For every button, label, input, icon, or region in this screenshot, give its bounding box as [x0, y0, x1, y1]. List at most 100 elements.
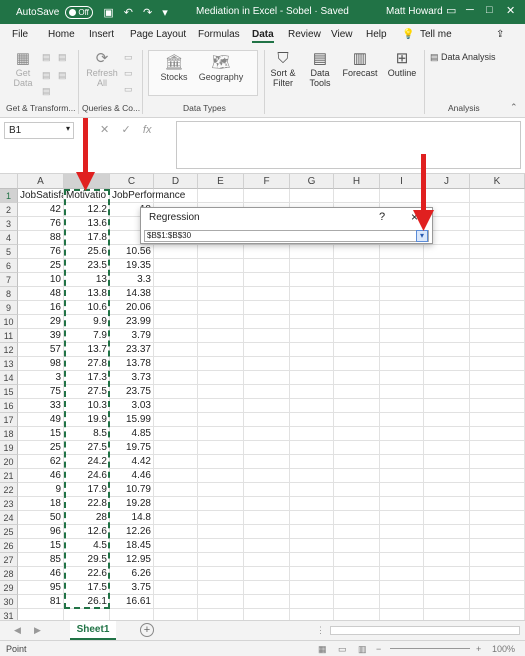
cell-g10[interactable]	[290, 315, 334, 329]
help-icon[interactable]: ?	[379, 211, 385, 223]
cell-g6[interactable]	[290, 259, 334, 273]
cell-c7[interactable]: 3.3	[110, 273, 154, 287]
share-icon[interactable]: ⇪	[496, 29, 504, 40]
cell-e5[interactable]	[198, 245, 244, 259]
queries-icon[interactable]: ▭	[124, 52, 133, 63]
cell-h17[interactable]	[334, 413, 380, 427]
cell-d28[interactable]	[154, 567, 198, 581]
column-header-g[interactable]: G	[290, 174, 334, 189]
cell-g18[interactable]	[290, 427, 334, 441]
geography-button[interactable]: 🗺 Geography	[198, 54, 244, 82]
cell-i30[interactable]	[380, 595, 424, 609]
cell-a26[interactable]: 15	[18, 539, 64, 553]
cell-f13[interactable]	[244, 357, 290, 371]
cell-b29[interactable]: 17.5	[64, 581, 110, 595]
cell-k12[interactable]	[470, 343, 525, 357]
cell-g12[interactable]	[290, 343, 334, 357]
cell-i18[interactable]	[380, 427, 424, 441]
cell-e19[interactable]	[198, 441, 244, 455]
formula-input[interactable]	[176, 121, 521, 169]
cell-e21[interactable]	[198, 469, 244, 483]
horizontal-scrollbar[interactable]	[330, 626, 520, 635]
cell-h21[interactable]	[334, 469, 380, 483]
cell-a13[interactable]: 98	[18, 357, 64, 371]
cell-a21[interactable]: 46	[18, 469, 64, 483]
cell-g27[interactable]	[290, 553, 334, 567]
row-header[interactable]: 28	[0, 567, 18, 581]
cell-h13[interactable]	[334, 357, 380, 371]
cell-c30[interactable]: 16.61	[110, 595, 154, 609]
cell-a20[interactable]: 62	[18, 455, 64, 469]
cell-g11[interactable]	[290, 329, 334, 343]
column-header-h[interactable]: H	[334, 174, 380, 189]
cell-k7[interactable]	[470, 273, 525, 287]
cell-c15[interactable]: 23.75	[110, 385, 154, 399]
normal-view-icon[interactable]: ▦	[318, 644, 327, 655]
cell-i7[interactable]	[380, 273, 424, 287]
cell-a18[interactable]: 15	[18, 427, 64, 441]
cell-b24[interactable]: 28	[64, 511, 110, 525]
cell-a10[interactable]: 29	[18, 315, 64, 329]
zoom-out-icon[interactable]: −	[376, 644, 381, 654]
cell-h19[interactable]	[334, 441, 380, 455]
cell-f8[interactable]	[244, 287, 290, 301]
cell-e26[interactable]	[198, 539, 244, 553]
cell-f23[interactable]	[244, 497, 290, 511]
ribbon-display-icon[interactable]: ▭	[446, 4, 456, 17]
cell-c28[interactable]: 6.26	[110, 567, 154, 581]
save-icon[interactable]: ▣	[103, 6, 113, 19]
cell-a24[interactable]: 50	[18, 511, 64, 525]
row-header[interactable]: 14	[0, 371, 18, 385]
row-header[interactable]: 26	[0, 539, 18, 553]
cell-d30[interactable]	[154, 595, 198, 609]
cell-f20[interactable]	[244, 455, 290, 469]
cell-h14[interactable]	[334, 371, 380, 385]
add-sheet-icon[interactable]: +	[140, 623, 154, 637]
cell-h27[interactable]	[334, 553, 380, 567]
cell-f9[interactable]	[244, 301, 290, 315]
cell-c5[interactable]: 10.56	[110, 245, 154, 259]
cell-f12[interactable]	[244, 343, 290, 357]
data-tools-button[interactable]: ▤ Data Tools	[304, 50, 336, 88]
row-header[interactable]: 13	[0, 357, 18, 371]
cell-g9[interactable]	[290, 301, 334, 315]
cell-b9[interactable]: 10.6	[64, 301, 110, 315]
cell-k13[interactable]	[470, 357, 525, 371]
cell-k21[interactable]	[470, 469, 525, 483]
row-header[interactable]: 5	[0, 245, 18, 259]
cell-j5[interactable]	[424, 245, 470, 259]
name-box[interactable]: B1 ▾	[4, 122, 74, 139]
cell-d16[interactable]	[154, 399, 198, 413]
menu-data[interactable]: Data	[252, 29, 274, 43]
cell-b30[interactable]: 26.1	[64, 595, 110, 609]
refresh-all-button[interactable]: ⟳ Refresh All	[84, 50, 120, 88]
cell-j10[interactable]	[424, 315, 470, 329]
cell-j15[interactable]	[424, 385, 470, 399]
cell-c16[interactable]: 3.03	[110, 399, 154, 413]
cell-e16[interactable]	[198, 399, 244, 413]
cell-d14[interactable]	[154, 371, 198, 385]
cell-c26[interactable]: 18.45	[110, 539, 154, 553]
cell-b8[interactable]: 13.8	[64, 287, 110, 301]
cell-e30[interactable]	[198, 595, 244, 609]
cell-i11[interactable]	[380, 329, 424, 343]
row-header[interactable]: 1	[0, 189, 18, 203]
cell-f6[interactable]	[244, 259, 290, 273]
cell-f26[interactable]	[244, 539, 290, 553]
cancel-icon[interactable]: ✕	[100, 124, 109, 136]
cell-i26[interactable]	[380, 539, 424, 553]
cell-c27[interactable]: 12.95	[110, 553, 154, 567]
cell-i5[interactable]	[380, 245, 424, 259]
cell-c9[interactable]: 20.06	[110, 301, 154, 315]
cell-i12[interactable]	[380, 343, 424, 357]
forecast-button[interactable]: ▥ Forecast	[342, 50, 378, 78]
cell-h28[interactable]	[334, 567, 380, 581]
cell-b21[interactable]: 24.6	[64, 469, 110, 483]
cell-f17[interactable]	[244, 413, 290, 427]
menu-file[interactable]: File	[12, 29, 28, 40]
cell-i19[interactable]	[380, 441, 424, 455]
cell-k4[interactable]	[470, 231, 525, 245]
cell-k20[interactable]	[470, 455, 525, 469]
cell-e13[interactable]	[198, 357, 244, 371]
zoom-slider[interactable]	[390, 648, 470, 649]
